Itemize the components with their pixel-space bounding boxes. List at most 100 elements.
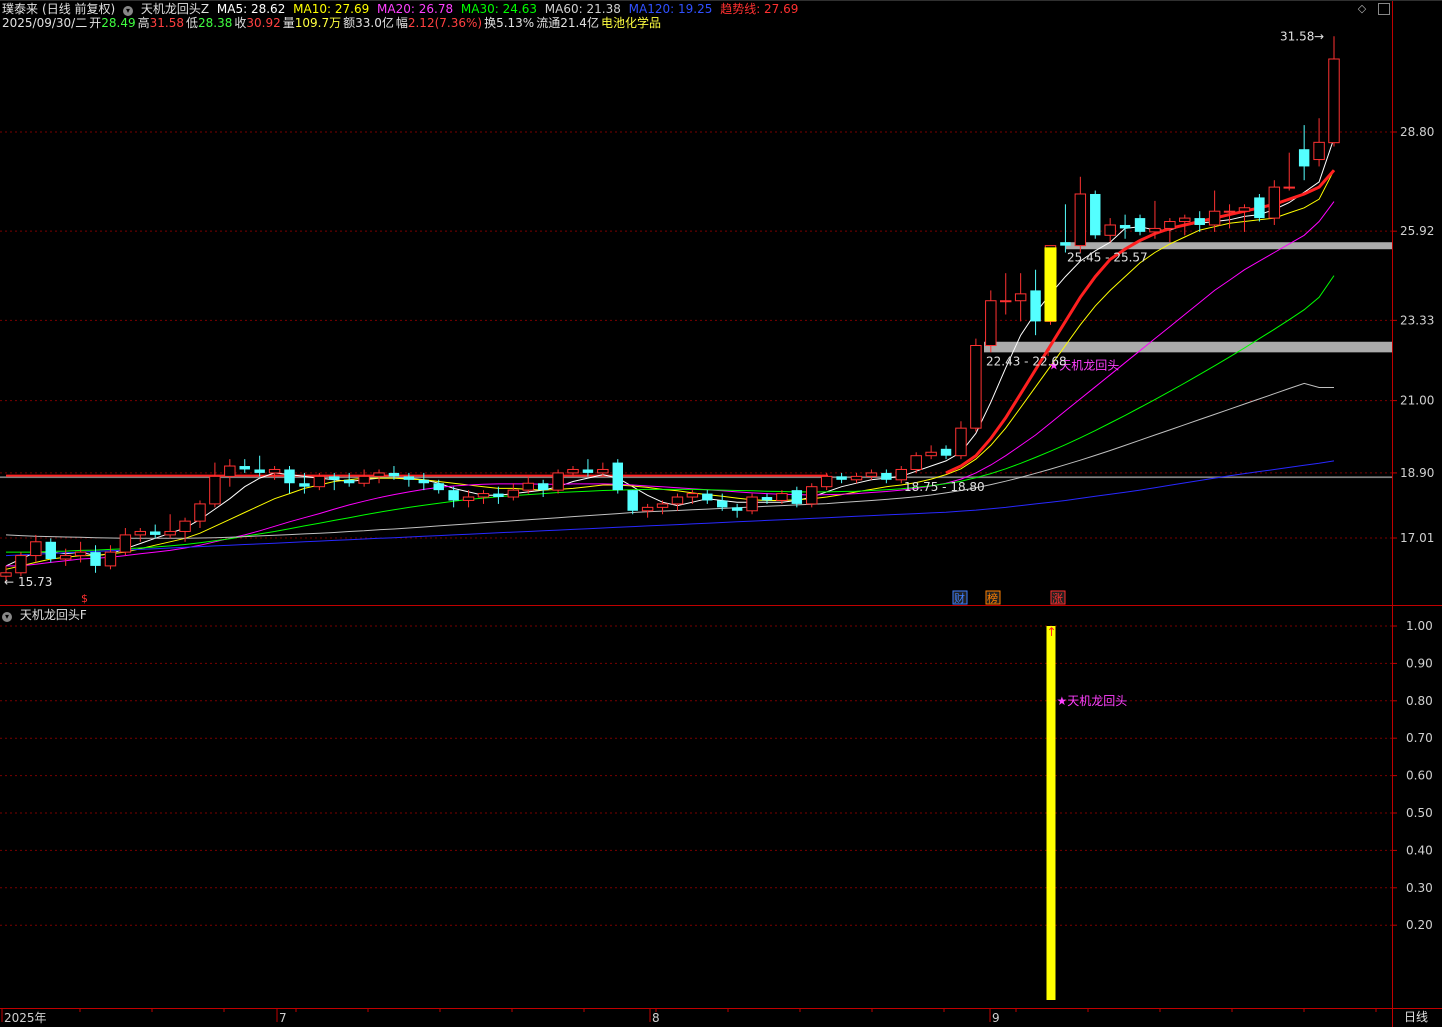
- period-button[interactable]: 日线: [1404, 1010, 1428, 1024]
- candle: [15, 552, 27, 577]
- candle-body: [746, 496, 758, 512]
- candle-body: [1104, 224, 1116, 236]
- candle: [164, 514, 176, 539]
- candle-body: [1238, 207, 1251, 212]
- candle-body: [59, 555, 72, 560]
- candle-body: [209, 475, 221, 505]
- candle-body: [1223, 210, 1236, 213]
- candle-body: [1060, 242, 1071, 246]
- candle-body: [388, 472, 400, 477]
- candle-body: [656, 503, 669, 508]
- candle-body: [194, 503, 206, 522]
- candle-body: [179, 520, 191, 532]
- candle: [1119, 214, 1131, 239]
- candle: [850, 472, 863, 484]
- x-axis: 2025年 7 8 9: [1, 1008, 1377, 1025]
- candle-body: [776, 493, 788, 501]
- candle: [940, 445, 952, 460]
- candle: [641, 503, 654, 518]
- x-tick-label: 7: [279, 1011, 287, 1025]
- zone-upper-label: 25.45 - 25.57: [1067, 250, 1148, 264]
- candle-body: [1283, 186, 1295, 189]
- candle-body: [567, 468, 579, 474]
- candle-body: [1090, 193, 1101, 236]
- candle-body: [119, 534, 132, 553]
- candle: [627, 490, 638, 515]
- candle: [493, 486, 504, 504]
- y-tick-label: 0.80: [1406, 694, 1433, 708]
- candle-body: [910, 455, 922, 470]
- candle-body: [627, 490, 638, 511]
- kline-chart[interactable]: ↑★天机龙回头★天机龙回头↑ 28.8025.9223.3321.0018.90…: [0, 0, 1442, 1027]
- candle-body: [507, 489, 520, 498]
- candle-body: [1030, 290, 1041, 322]
- x-tick-label: 2025年: [4, 1011, 47, 1025]
- candle: [1000, 273, 1012, 315]
- y-tick-label: 21.00: [1400, 394, 1434, 408]
- candle-body: [820, 475, 833, 488]
- candle-body: [865, 472, 878, 477]
- candle: [1030, 269, 1041, 336]
- y-axis: 28.80 25.92 23.33 21.00 18.90 17.01 1.00 0.90 0.…: [1392, 125, 1434, 932]
- y-tick-label: 18.90: [1400, 466, 1434, 480]
- y-tick-label: 0.30: [1406, 881, 1433, 895]
- candle: [358, 469, 370, 487]
- candle-body: [1074, 193, 1087, 247]
- candle-body: [164, 530, 176, 536]
- candle: [30, 534, 42, 563]
- candle-body: [761, 497, 773, 501]
- zone-lower-label: 22.43 - 22.68: [986, 354, 1067, 368]
- candle: [119, 528, 132, 556]
- candle-body: [418, 479, 430, 484]
- candle-body: [836, 476, 847, 480]
- candle-body: [731, 507, 743, 511]
- candle: [1313, 118, 1325, 167]
- candle: [612, 459, 623, 494]
- candle-body: [313, 475, 326, 488]
- y-tick-label: 23.33: [1400, 313, 1434, 327]
- candle: [1298, 125, 1310, 181]
- candle: [134, 528, 147, 542]
- signal-arrow-icon: ↑: [1046, 625, 1056, 639]
- candle-body: [1298, 149, 1310, 167]
- candle-body: [671, 496, 684, 505]
- candle: [1268, 180, 1281, 225]
- candle: [209, 462, 221, 508]
- x-tick-label: 9: [992, 1011, 1000, 1025]
- candle: [582, 459, 594, 477]
- y-tick-label: 28.80: [1400, 125, 1434, 139]
- candle: [1238, 204, 1251, 232]
- candle-body: [403, 476, 415, 480]
- candle-body: [940, 448, 952, 456]
- candle: [239, 459, 250, 473]
- candle-body: [1313, 141, 1325, 161]
- candle-body: [254, 469, 265, 473]
- candle-body: [30, 541, 42, 557]
- y-tick-label: 1.00: [1406, 619, 1433, 633]
- y-tick-label: 0.50: [1406, 806, 1433, 820]
- candle-body: [791, 490, 803, 504]
- candle-body: [104, 551, 117, 567]
- candle: [537, 479, 549, 498]
- candle-body: [1119, 224, 1131, 229]
- y-tick-label: 0.20: [1406, 918, 1433, 932]
- y-tick-label: 0.70: [1406, 731, 1433, 745]
- candle-body: [641, 506, 654, 512]
- candle-body: [358, 475, 370, 484]
- candle: [448, 486, 459, 508]
- candle-body: [299, 483, 310, 487]
- min-arrow-icon: ←: [4, 575, 14, 589]
- candles: [0, 36, 1340, 583]
- candle: [194, 500, 206, 529]
- max-arrow-icon: →: [1314, 29, 1324, 43]
- candle-body: [224, 465, 236, 477]
- candle: [45, 538, 56, 563]
- chart-frame: [0, 0, 1442, 1027]
- candle: [702, 490, 713, 504]
- candle: [985, 290, 997, 353]
- candle: [1134, 214, 1146, 236]
- candle-body: [925, 451, 937, 457]
- candle: [507, 483, 520, 501]
- candle: [149, 524, 161, 539]
- candle-body: [1134, 218, 1146, 232]
